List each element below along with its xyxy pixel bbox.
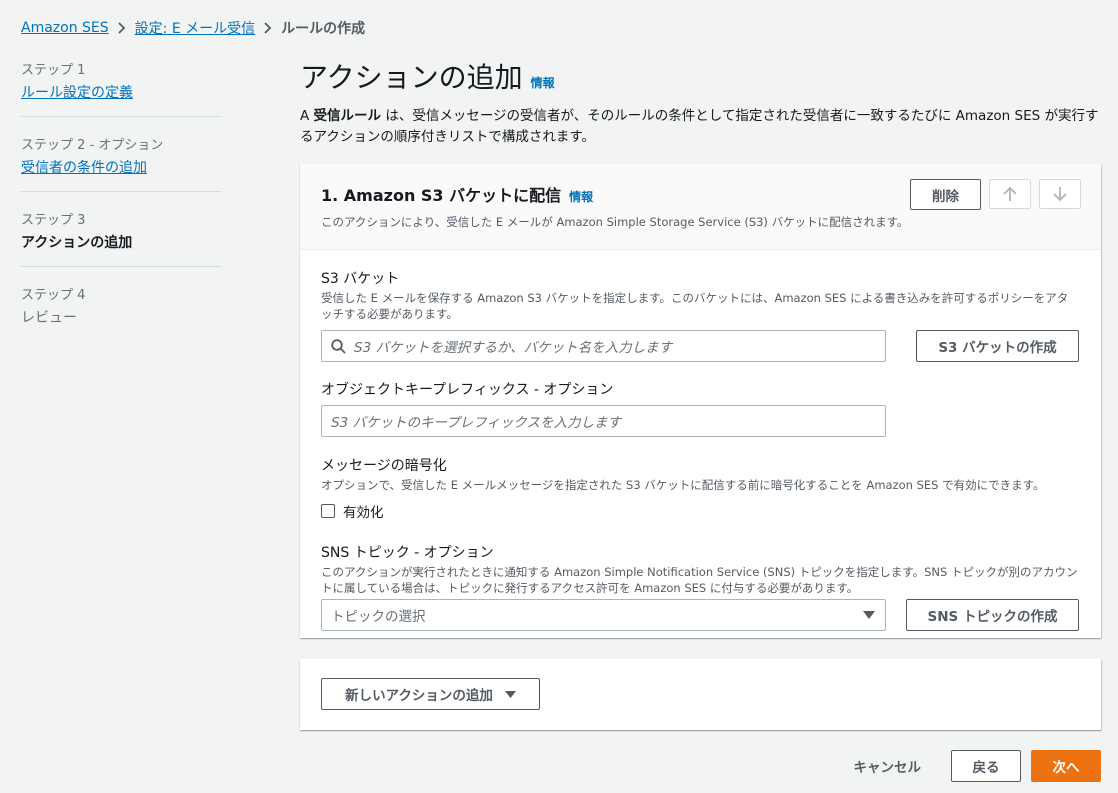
step-4-label: レビュー: [21, 310, 77, 326]
desc-prefix: A: [300, 108, 314, 124]
step-2: ステップ 2 - オプション 受信者の条件の追加: [21, 131, 221, 192]
step-3: ステップ 3 アクションの追加: [21, 206, 221, 267]
wizard-footer: キャンセル 戻る 次へ: [834, 750, 1101, 782]
encryption-checkbox-label: 有効化: [343, 505, 384, 521]
s3-bucket-row: S3 バケットを選択するか、バケット名を入力します S3 バケットの作成: [321, 330, 1079, 362]
cancel-button[interactable]: キャンセル: [834, 750, 942, 782]
s3-bucket-search-input[interactable]: S3 バケットを選択するか、バケット名を入力します: [321, 330, 886, 362]
s3-bucket-placeholder: S3 バケットを選択するか、バケット名を入力します: [354, 340, 673, 356]
move-down-button[interactable]: [1039, 179, 1081, 209]
chevron-right-icon: [118, 22, 126, 34]
action-header-buttons: 削除: [910, 179, 1081, 210]
sns-topic-select[interactable]: トピックの選択: [321, 599, 886, 631]
step-number: ステップ 3: [21, 213, 86, 228]
s3-bucket-desc: 受信した E メールを保存する Amazon S3 バケットを指定します。このバ…: [321, 291, 1069, 321]
page-title: アクションの追加: [300, 61, 523, 94]
step-number: ステップ 2 - オプション: [21, 138, 164, 153]
desc-bold: 受信ルール: [313, 108, 382, 124]
sns-topic-placeholder: トピックの選択: [331, 609, 426, 625]
step-number: ステップ 1: [21, 63, 86, 78]
create-s3-bucket-button[interactable]: S3 バケットの作成: [916, 330, 1079, 362]
prefix-placeholder: S3 バケットのキープレフィックスを入力します: [331, 415, 621, 431]
action-card-header: 1. Amazon S3 バケットに配信 情報 このアクションにより、受信した …: [300, 164, 1101, 250]
action-card: 1. Amazon S3 バケットに配信 情報 このアクションにより、受信した …: [300, 164, 1101, 638]
page-title-row: アクションの追加 情報: [300, 56, 1101, 96]
encryption-desc: オプションで、受信した E メールメッセージを指定された S3 バケットに配信す…: [321, 478, 1045, 492]
arrow-down-icon: [1053, 186, 1067, 202]
chevron-right-icon: [264, 22, 272, 34]
main-content: アクションの追加 情報 A 受信ルール は、受信メッセージの受信者が、そのルール…: [300, 56, 1101, 148]
add-action-label: 新しいアクションの追加: [345, 688, 493, 704]
prefix-label: オブジェクトキープレフィックス - オプション: [321, 382, 614, 398]
delete-button[interactable]: 削除: [910, 179, 981, 210]
prefix-input[interactable]: S3 バケットのキープレフィックスを入力します: [321, 405, 886, 437]
action-subtitle: このアクションにより、受信した E メールが Amazon Simple Sto…: [321, 215, 909, 229]
sns-row: トピックの選択 SNS トピックの作成: [321, 599, 1079, 631]
caret-down-icon: [863, 611, 875, 619]
search-icon: [331, 338, 346, 354]
encryption-label: メッセージの暗号化: [321, 458, 447, 474]
breadcrumb-email-receiving[interactable]: 設定: E メール受信: [135, 18, 255, 38]
step-3-current: アクションの追加: [21, 235, 133, 251]
action-title: 1. Amazon S3 バケットに配信: [321, 186, 562, 205]
add-action-card: 新しいアクションの追加: [300, 659, 1101, 730]
sns-label: SNS トピック - オプション: [321, 545, 494, 561]
breadcrumb: Amazon SES 設定: E メール受信 ルールの作成: [21, 18, 365, 38]
action-card-body: S3 バケット 受信した E メールを保存する Amazon S3 バケットを指…: [300, 250, 1101, 631]
next-button[interactable]: 次へ: [1031, 750, 1101, 782]
caret-down-icon: [504, 690, 516, 698]
page-description: A 受信ルール は、受信メッセージの受信者が、そのルールの条件として指定された受…: [300, 106, 1101, 148]
info-link[interactable]: 情報: [531, 74, 555, 91]
move-up-button[interactable]: [989, 179, 1031, 209]
wizard-steps: ステップ 1 ルール設定の定義 ステップ 2 - オプション 受信者の条件の追加…: [21, 56, 221, 355]
step-4: ステップ 4 レビュー: [21, 281, 221, 341]
arrow-up-icon: [1003, 186, 1017, 202]
s3-bucket-label: S3 バケット: [321, 271, 400, 287]
step-number: ステップ 4: [21, 288, 86, 303]
breadcrumb-current: ルールの作成: [281, 21, 366, 37]
step-2-link[interactable]: 受信者の条件の追加: [21, 157, 221, 177]
encryption-checkbox-row[interactable]: 有効化: [321, 501, 1080, 521]
sns-desc: このアクションが実行されたときに通知する Amazon Simple Notif…: [321, 565, 1078, 595]
create-sns-topic-button[interactable]: SNS トピックの作成: [906, 599, 1079, 631]
add-action-dropdown-button[interactable]: 新しいアクションの追加: [321, 678, 540, 710]
breadcrumb-amazon-ses[interactable]: Amazon SES: [21, 20, 109, 36]
back-button[interactable]: 戻る: [951, 750, 1021, 782]
desc-rest: は、受信メッセージの受信者が、そのルールの条件として指定された受信者に一致するた…: [300, 108, 1099, 145]
encryption-checkbox[interactable]: [321, 504, 335, 518]
step-1: ステップ 1 ルール設定の定義: [21, 56, 221, 117]
action-info-link[interactable]: 情報: [569, 188, 593, 205]
step-1-link[interactable]: ルール設定の定義: [21, 82, 221, 102]
